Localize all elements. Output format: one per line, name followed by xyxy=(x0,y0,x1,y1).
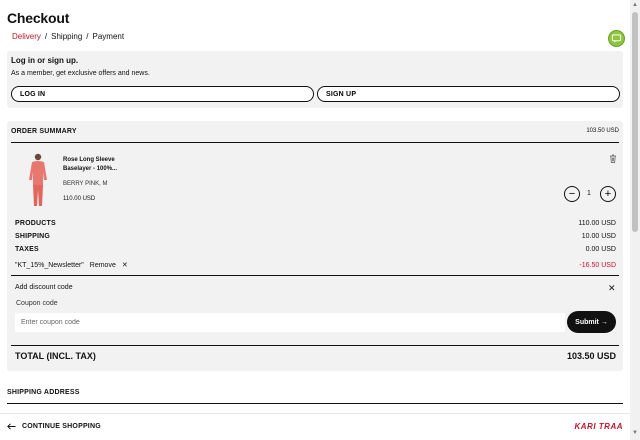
line-value: 0.00 USD xyxy=(585,246,616,253)
product-name[interactable]: Rose Long Sleeve Baselayer - 100%... xyxy=(63,156,133,174)
summary-line-taxes: TAXES 0.00 USD xyxy=(15,246,616,253)
signup-button[interactable]: SIGN UP xyxy=(317,86,620,102)
login-subtitle: As a member, get exclusive offers and ne… xyxy=(11,70,150,77)
line-label: TAXES xyxy=(15,246,39,253)
page-title: Checkout xyxy=(7,10,70,26)
line-value: 10.00 USD xyxy=(581,233,616,240)
continue-shopping-label: CONTINUE SHOPPING xyxy=(22,423,101,430)
continue-shopping-link[interactable]: CONTINUE SHOPPING xyxy=(7,423,101,430)
line-label: PRODUCTS xyxy=(15,220,56,227)
order-summary: ORDER SUMMARY 103.50 USD Rose Long Sleev… xyxy=(7,121,623,371)
login-button[interactable]: LOG IN xyxy=(11,86,314,102)
line-label: SHIPPING xyxy=(15,233,51,240)
breadcrumb: Delivery / Shipping / Payment xyxy=(12,32,124,41)
breadcrumb-delivery[interactable]: Delivery xyxy=(12,32,41,41)
login-title: Log in or sign up. xyxy=(11,56,79,65)
order-total-row: TOTAL (INCL. TAX) 103.50 USD xyxy=(15,351,616,361)
total-label: TOTAL (INCL. TAX) xyxy=(15,351,96,361)
scrollbar-thumb[interactable] xyxy=(632,12,638,232)
coupon-input[interactable] xyxy=(15,313,565,332)
breadcrumb-separator: / xyxy=(44,32,48,41)
total-value: 103.50 USD xyxy=(566,351,616,361)
order-summary-title: ORDER SUMMARY xyxy=(11,128,77,135)
divider xyxy=(11,345,619,346)
page-scrollbar[interactable]: ▲ ▼ xyxy=(630,0,640,440)
close-icon[interactable]: ✕ xyxy=(122,261,128,269)
product-image[interactable] xyxy=(23,152,53,208)
order-summary-total: 103.50 USD xyxy=(586,128,619,134)
checkout-page: Checkout Delivery / Shipping / Payment L… xyxy=(0,0,630,440)
divider xyxy=(11,142,619,143)
breadcrumb-payment[interactable]: Payment xyxy=(93,32,125,41)
quantity-increase-button[interactable]: + xyxy=(600,186,616,202)
divider xyxy=(11,275,619,276)
scroll-up-icon[interactable]: ▲ xyxy=(632,2,638,8)
add-discount-title: Add discount code xyxy=(15,284,73,291)
breadcrumb-shipping[interactable]: Shipping xyxy=(51,32,82,41)
product-price: 110.00 USD xyxy=(63,196,96,202)
applied-coupon-row: "KT_15%_Newsletter" Remove ✕ -16.50 USD xyxy=(15,261,616,270)
close-icon[interactable]: ✕ xyxy=(608,283,616,294)
breadcrumb-separator: / xyxy=(86,32,89,41)
summary-line-products: PRODUCTS 110.00 USD xyxy=(15,220,616,227)
coupon-code: "KT_15%_Newsletter" xyxy=(15,261,84,269)
login-card: Log in or sign up. As a member, get excl… xyxy=(7,51,623,108)
plus-icon: + xyxy=(604,187,612,200)
remove-coupon-link[interactable]: Remove xyxy=(90,262,116,269)
arrow-left-icon xyxy=(7,423,16,430)
line-value: 110.00 USD xyxy=(578,220,616,227)
summary-line-shipping: SHIPPING 10.00 USD xyxy=(15,233,616,240)
quantity-decrease-button[interactable]: − xyxy=(564,186,580,202)
trash-icon[interactable] xyxy=(609,154,617,163)
chat-icon xyxy=(611,34,622,43)
chat-help-button[interactable] xyxy=(608,30,625,47)
submit-coupon-button[interactable]: Submit → xyxy=(567,311,616,333)
brand-logo[interactable]: KARI TRAA xyxy=(575,422,624,431)
minus-icon: − xyxy=(568,187,576,200)
shipping-address-title: SHIPPING ADDRESS xyxy=(7,389,80,396)
coupon-discount-value: -16.50 USD xyxy=(579,261,616,269)
coupon-field-label: Coupon code xyxy=(16,300,58,307)
checkout-footer: CONTINUE SHOPPING KARI TRAA xyxy=(0,413,630,440)
divider xyxy=(7,403,623,404)
product-variant: BERRY PINK, M xyxy=(63,181,108,187)
scroll-down-icon[interactable]: ▼ xyxy=(632,430,638,436)
quantity-value: 1 xyxy=(587,190,591,197)
